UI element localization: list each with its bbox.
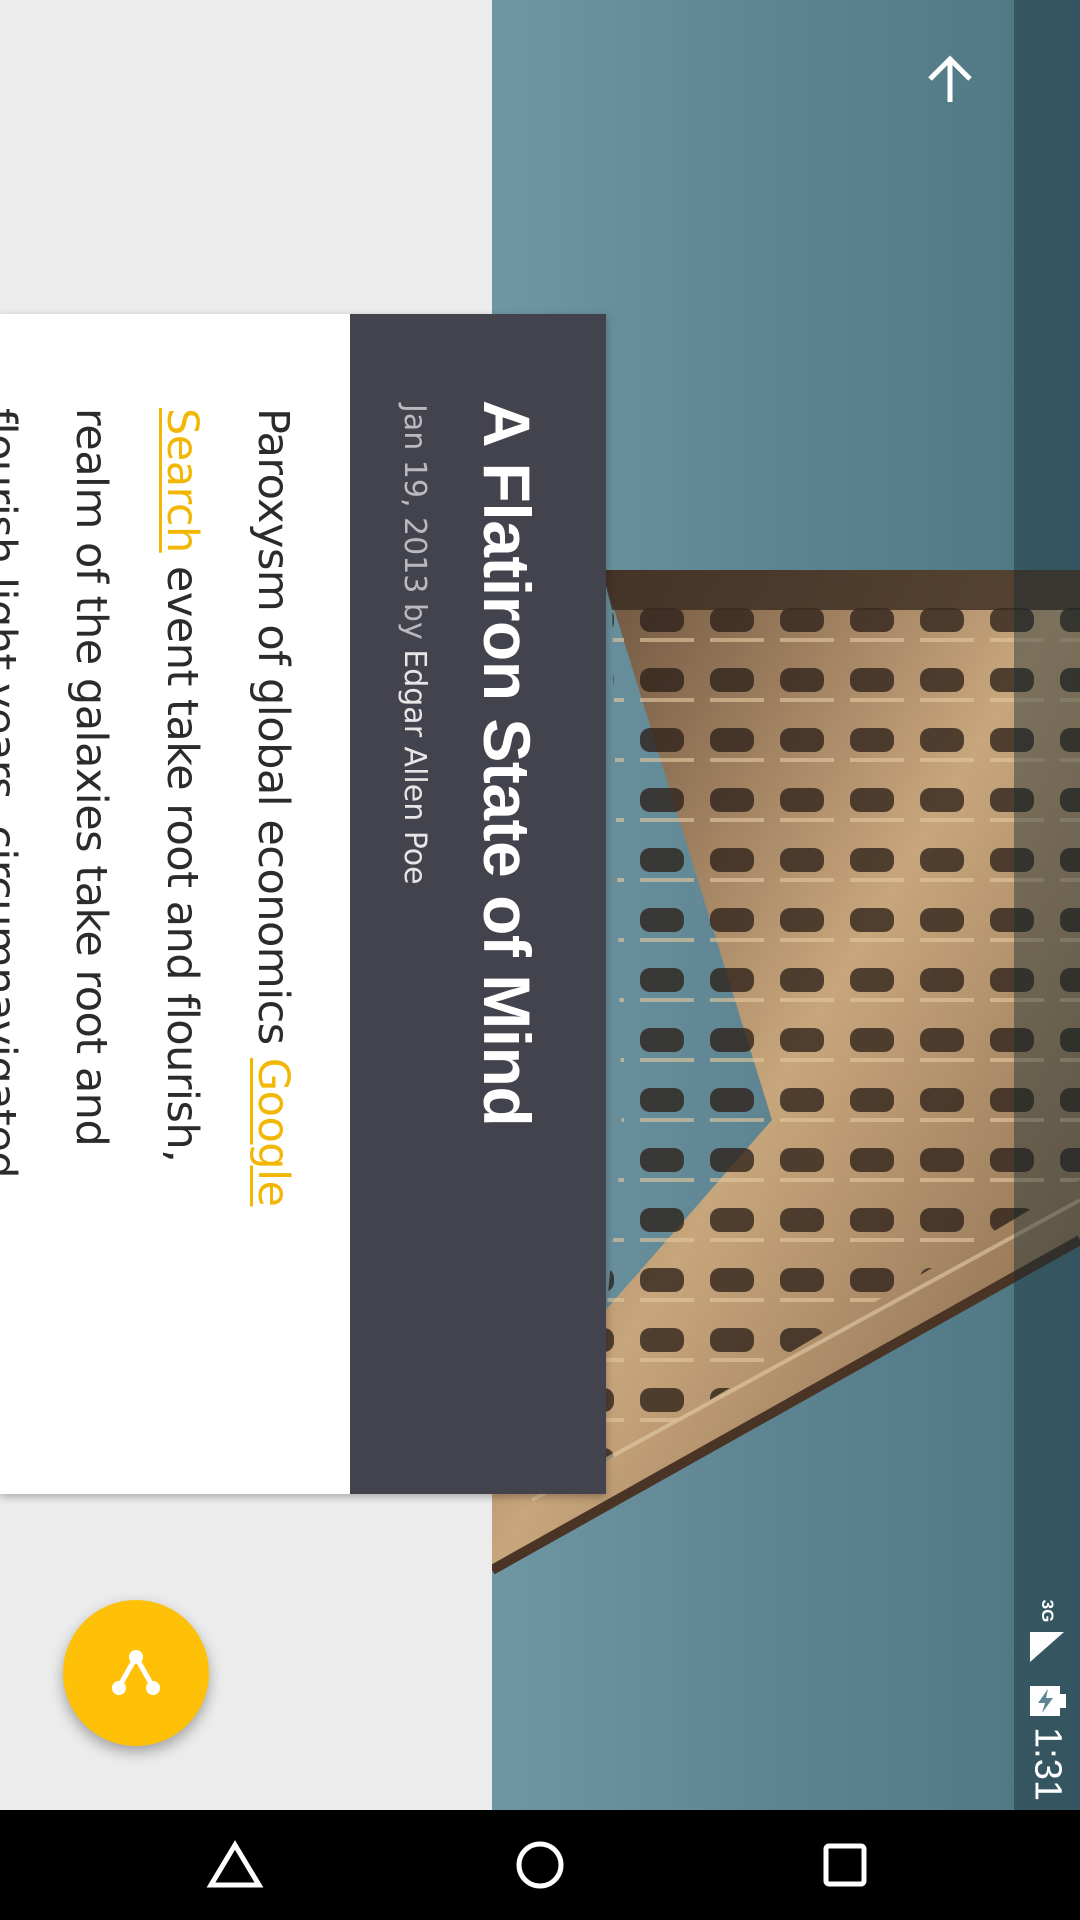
battery-charging-icon: [1030, 1686, 1066, 1716]
body-line-clip: flourish light years, circumnavigated: [0, 408, 30, 1288]
network-type-label: 3G: [1038, 1599, 1057, 1623]
share-icon: [112, 1650, 160, 1695]
navigation-bar: [0, 1810, 1080, 1920]
body-line: realm of the galaxies take root and: [66, 408, 116, 1147]
body-line: Search event take root and flourish,: [157, 408, 207, 1163]
status-time: 1:31: [1026, 1727, 1069, 1801]
search-link[interactable]: Search: [157, 408, 207, 553]
home-circle-icon: [516, 1841, 564, 1889]
signal-icon: [1030, 1632, 1064, 1662]
recents-square-icon: [823, 1843, 867, 1887]
up-button[interactable]: [910, 40, 990, 120]
article-date: Jan 19, 2013: [397, 404, 432, 594]
status-icons: 3G 1:31: [1018, 1598, 1076, 1801]
article-title: A Flatiron State of Mind: [470, 400, 544, 1127]
status-bar: [1014, 0, 1080, 1810]
back-button[interactable]: [180, 1818, 290, 1912]
body-line: Paroxysm of global economics Google: [248, 408, 298, 1207]
recents-button[interactable]: [790, 1818, 900, 1912]
byline-by: by: [397, 602, 432, 640]
share-fab[interactable]: [63, 1600, 209, 1746]
article-author: Edgar Allen Poe: [397, 649, 432, 885]
body-line: flourish light years, circumnavigated: [0, 408, 25, 1179]
back-triangle-icon: [206, 1840, 264, 1888]
article-byline: Jan 19, 2013 by Edgar Allen Poe: [397, 404, 432, 885]
arrow-up-icon: [928, 55, 972, 102]
google-link[interactable]: Google: [248, 1058, 298, 1207]
home-button[interactable]: [485, 1818, 595, 1912]
